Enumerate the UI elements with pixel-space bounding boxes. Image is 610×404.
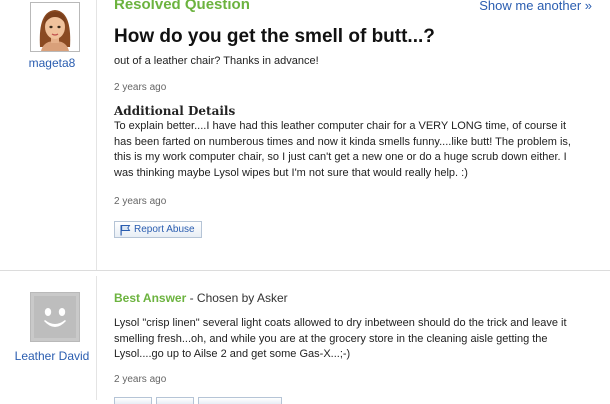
best-answer-label: Best Answer xyxy=(114,291,187,305)
question-title: How do you get the smell of butt...? xyxy=(114,26,435,47)
female-avatar-icon xyxy=(31,3,79,51)
chosen-by-label: - Chosen by Asker xyxy=(186,291,288,305)
report-abuse-button[interactable]: Report Abuse xyxy=(114,221,202,238)
report-abuse-label: Report Abuse xyxy=(134,224,195,235)
best-answer-timestamp: 2 years ago xyxy=(114,374,167,385)
default-smiley-avatar-icon xyxy=(31,293,79,341)
column-divider xyxy=(96,0,97,270)
best-answer-body: Lysol "crisp linen" several light coats … xyxy=(114,317,567,360)
answer-action-button[interactable] xyxy=(156,397,194,404)
asker-name[interactable]: mageta8 xyxy=(4,56,100,70)
additional-details-heading: Additional Details xyxy=(114,104,236,118)
question-timestamp: 2 years ago xyxy=(114,82,167,93)
best-answer-panel: Leather David Best Answer - Chosen by As… xyxy=(0,276,610,404)
additional-details-body: To explain better....I have had this lea… xyxy=(114,120,571,179)
column-divider xyxy=(96,276,97,400)
answer-action-button[interactable] xyxy=(114,397,152,404)
answerer-name[interactable]: Leather David xyxy=(4,349,100,364)
show-me-another-link[interactable]: Show me another » xyxy=(479,0,592,13)
resolved-question-label: Resolved Question xyxy=(114,0,250,13)
asker-avatar[interactable] xyxy=(30,2,80,52)
answerer-avatar[interactable] xyxy=(30,292,80,342)
additional-details-timestamp: 2 years ago xyxy=(114,196,167,207)
answer-action-button[interactable] xyxy=(198,397,282,404)
best-answer-header: Best Answer - Chosen by Asker xyxy=(114,291,288,305)
question-body: out of a leather chair? Thanks in advanc… xyxy=(114,55,319,67)
flag-icon xyxy=(120,224,131,235)
question-panel: mageta8 Resolved Question Show me anothe… xyxy=(0,0,610,276)
section-separator xyxy=(0,270,610,271)
